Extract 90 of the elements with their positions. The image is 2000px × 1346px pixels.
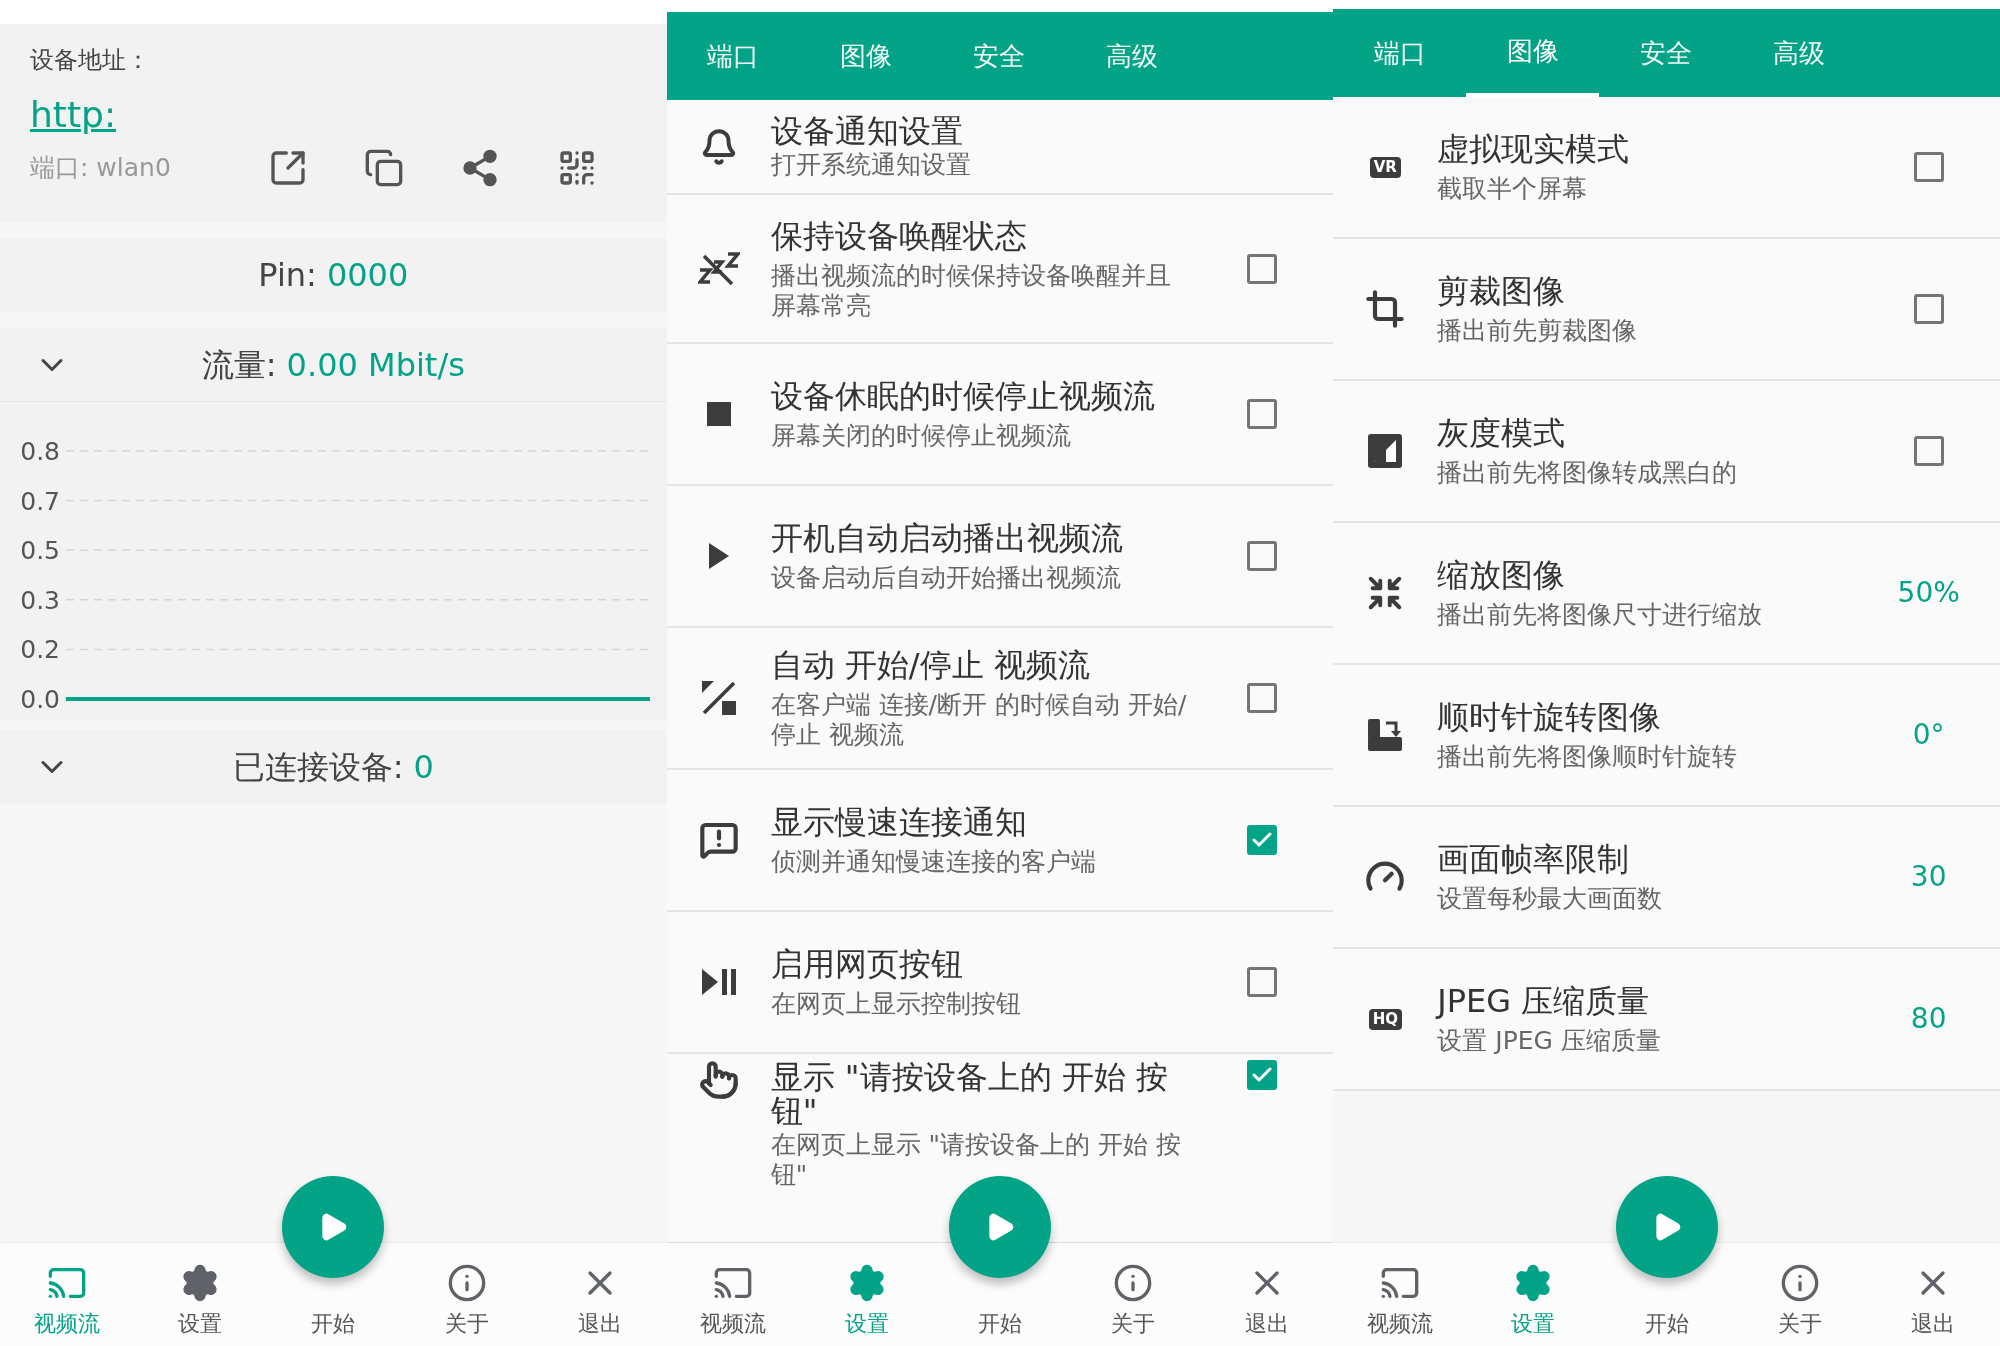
setting-title: 显示慢速连接通知 xyxy=(770,803,1028,841)
play-icon xyxy=(708,543,729,569)
setting-title: 画面帧率限制 xyxy=(1437,840,1631,878)
axis-tick-label: 0.0 xyxy=(20,685,60,714)
clients-value: 0 xyxy=(413,747,434,788)
play-button[interactable] xyxy=(282,1176,385,1278)
setting-description: 设置每秒最大画面数 xyxy=(1437,884,1664,914)
setting-value: 0° xyxy=(1912,717,1945,753)
setting-title: 缩放图像 xyxy=(1437,556,1567,594)
checkbox[interactable] xyxy=(1247,967,1277,997)
setting-description: 在网页上显示 "请按设备上的 开始 按钮" xyxy=(770,1130,1182,1190)
axis-tick-label: 0.7 xyxy=(20,486,60,516)
pin-value: 0000 xyxy=(326,255,409,296)
badge-icon: HQ xyxy=(1368,1008,1402,1030)
nav-item[interactable]: 退出 xyxy=(1866,1243,2000,1346)
sleep-off-icon xyxy=(697,251,740,286)
setting-description: 设置 JPEG 压缩质量 xyxy=(1437,1026,1662,1056)
setting-description: 播出前先剪裁图像 xyxy=(1437,316,1639,346)
checkbox[interactable] xyxy=(1913,152,1944,182)
info-icon xyxy=(446,1263,487,1303)
play-pause-icon xyxy=(701,969,736,995)
setting-value: 30 xyxy=(1910,859,1947,895)
message-alert-icon xyxy=(698,820,739,860)
setting-description: 屏幕关闭的时候停止视频流 xyxy=(770,421,1072,451)
stop-icon xyxy=(706,402,731,426)
checkbox[interactable] xyxy=(1913,294,1944,324)
axis-tick-label: 0.2 xyxy=(20,635,60,665)
play-button[interactable] xyxy=(1615,1176,1718,1278)
start-stop-icon xyxy=(701,681,736,715)
setting-description: 侦测并通知慢速连接的客户端 xyxy=(770,847,1097,877)
port-label: 端口: wlan0 xyxy=(30,152,172,185)
copy-icon[interactable] xyxy=(364,148,405,188)
nav-item[interactable]: 视频流 xyxy=(666,1243,800,1346)
setting-title: 显示 "请按设备上的 开始 按钮" xyxy=(770,1060,1169,1128)
setting-description: 播出前先将图像顺时针旋转 xyxy=(1437,742,1739,772)
setting-description: 播出视频流的时候保持设备唤醒并且屏幕常亮 xyxy=(770,260,1172,321)
setting-value: 50% xyxy=(1897,575,1960,611)
info-icon xyxy=(1113,1263,1154,1303)
crop-icon xyxy=(1365,289,1406,329)
setting-title: 自动 开始/停止 视频流 xyxy=(770,646,1091,684)
setting-description: 在网页上显示控制按钮 xyxy=(770,989,1022,1019)
setting-title: 虚拟现实模式 xyxy=(1437,130,1631,168)
checkbox[interactable] xyxy=(1247,825,1277,855)
checkbox[interactable] xyxy=(1247,541,1277,571)
checkbox[interactable] xyxy=(1913,436,1944,466)
address-label: 设备地址： xyxy=(30,45,151,76)
nav-item[interactable]: 退出 xyxy=(533,1243,667,1346)
setting-description: 设备启动后自动开始播出视频流 xyxy=(770,563,1122,593)
badge-icon: VR xyxy=(1369,156,1401,178)
nav-item[interactable]: 开始 xyxy=(1644,1307,1689,1340)
axis-tick-label: 0.3 xyxy=(20,585,60,615)
checkbox[interactable] xyxy=(1247,683,1277,713)
setting-title: 剪裁图像 xyxy=(1437,272,1567,310)
setting-value: 80 xyxy=(1910,1001,1947,1037)
axis-tick-label: 0.5 xyxy=(20,536,60,566)
nav-item[interactable]: 开始 xyxy=(978,1307,1022,1340)
setting-description: 截取半个屏幕 xyxy=(1437,174,1589,204)
setting-description: 播出前先将图像转成黑白的 xyxy=(1437,458,1739,488)
nav-item[interactable]: 关于 xyxy=(1066,1243,1200,1346)
nav-item[interactable]: 关于 xyxy=(1733,1243,1867,1346)
traffic-label: 流量: xyxy=(201,344,277,386)
checkbox[interactable] xyxy=(1247,399,1277,429)
nav-item[interactable]: 视频流 xyxy=(1333,1243,1467,1346)
setting-description: 在客户端 连接/断开 的时候自动 开始/停止 视频流 xyxy=(770,690,1188,750)
info-icon xyxy=(1780,1263,1820,1303)
checkbox[interactable] xyxy=(1247,1060,1277,1090)
setting-title: 设备通知设置 xyxy=(770,113,964,148)
nav-item[interactable]: 退出 xyxy=(1200,1243,1334,1346)
clients-label: 已连接设备: xyxy=(232,747,404,788)
nav-item[interactable]: 关于 xyxy=(400,1243,534,1346)
pin-label: Pin: xyxy=(258,255,317,296)
open-external-icon[interactable] xyxy=(268,148,308,188)
checkbox[interactable] xyxy=(1247,253,1277,284)
nav-item[interactable]: 开始 xyxy=(311,1307,356,1340)
touch-icon xyxy=(698,1060,739,1100)
settings-icon xyxy=(180,1263,220,1303)
setting-title: 灰度模式 xyxy=(1437,414,1567,452)
setting-description: 播出前先将图像尺寸进行缩放 xyxy=(1437,600,1764,630)
setting-description: 打开系统通知设置 xyxy=(770,149,972,180)
grayscale-icon xyxy=(1368,434,1403,468)
setting-title: 启用网页按钮 xyxy=(770,945,964,983)
traffic-value: 0.00 Mbit/s xyxy=(286,344,465,386)
axis-tick-label: 0.8 xyxy=(20,437,60,466)
setting-title: 顺时针旋转图像 xyxy=(1437,698,1663,736)
setting-title: 保持设备唤醒状态 xyxy=(770,216,1028,255)
rotate-icon xyxy=(1366,717,1405,753)
setting-title: 开机自动启动播出视频流 xyxy=(770,519,1124,557)
setting-title: JPEG 压缩质量 xyxy=(1437,982,1651,1020)
nav-item[interactable]: 设置 xyxy=(133,1243,267,1346)
setting-title: 设备休眠的时候停止视频流 xyxy=(770,377,1156,415)
